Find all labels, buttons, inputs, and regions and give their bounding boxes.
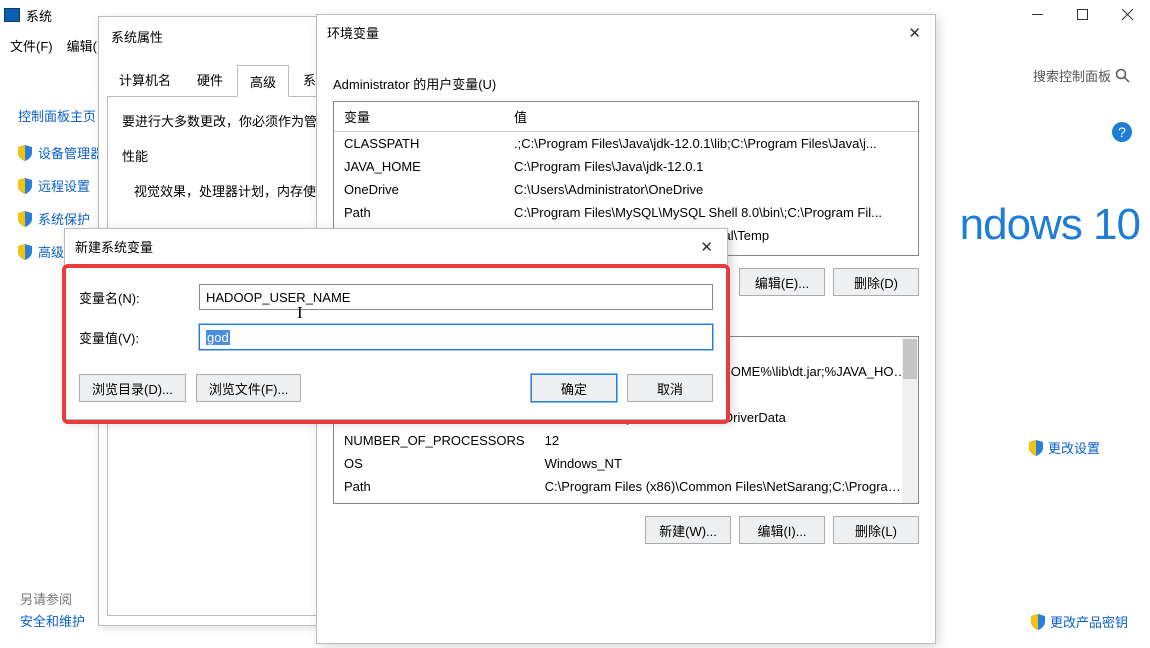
tab-computer-name[interactable]: 计算机名	[107, 64, 183, 96]
col-val[interactable]: 值	[504, 102, 918, 132]
var-name-input[interactable]	[199, 284, 713, 310]
edit-sys-var-button[interactable]: 编辑(I)...	[739, 516, 825, 544]
var-name-cell: Path	[334, 201, 504, 224]
window-controls	[1015, 0, 1150, 28]
text-cursor-icon: I	[297, 303, 303, 323]
maximize-button[interactable]	[1060, 0, 1105, 28]
env-var-title: 环境变量	[327, 23, 379, 42]
var-value-text: god	[206, 330, 230, 345]
scrollbar-thumb[interactable]	[903, 339, 917, 379]
minimize-button[interactable]	[1015, 0, 1060, 28]
table-row[interactable]: JAVA_HOMEC:\Program Files\Java\jdk-12.0.…	[334, 155, 918, 178]
var-name-cell: CLASSPATH	[334, 132, 504, 156]
var-name-cell: OS	[334, 452, 535, 475]
new-sys-var-button[interactable]: 新建(W)...	[645, 516, 731, 544]
var-name-cell: Path	[334, 475, 535, 498]
newvar-title: 新建系统变量	[75, 237, 153, 256]
sidebar-item-label: 系统保护	[38, 209, 90, 228]
table-row[interactable]: OSWindows_NT	[334, 452, 918, 475]
user-vars-label: Administrator 的用户变量(U)	[333, 74, 919, 93]
col-var[interactable]: 变量	[334, 102, 504, 132]
browse-dir-button[interactable]: 浏览目录(D)...	[79, 374, 186, 402]
table-row[interactable]: CLASSPATH.;C:\Program Files\Java\jdk-12.…	[334, 132, 918, 156]
help-icon[interactable]: ?	[1112, 122, 1132, 142]
security-maintenance-link[interactable]: 安全和维护	[20, 611, 85, 630]
delete-sys-var-button[interactable]: 删除(L)	[833, 516, 919, 544]
var-name-cell: OneDrive	[334, 178, 504, 201]
shield-icon	[18, 211, 32, 227]
shield-icon	[18, 178, 32, 194]
windows-10-branding: ndows 10	[960, 200, 1140, 250]
var-value-cell: Windows_NT	[535, 452, 918, 475]
close-icon[interactable]: ✕	[696, 238, 717, 256]
tab-advanced[interactable]: 高级	[237, 65, 289, 97]
var-name-cell: JAVA_HOME	[334, 155, 504, 178]
sidebar-item-label: 远程设置	[38, 176, 90, 195]
var-value-cell: C:\Program Files (x86)\Common Files\NetS…	[535, 475, 918, 498]
see-also-label: 另请参阅	[20, 589, 72, 608]
tab-hardware[interactable]: 硬件	[185, 64, 235, 96]
system-title: 系统	[26, 6, 52, 25]
close-button[interactable]	[1105, 0, 1150, 28]
search-placeholder: 搜索控制面板	[1033, 66, 1111, 85]
sidebar-item-label: 设备管理器	[38, 143, 103, 162]
change-settings-link[interactable]: 更改设置	[1029, 438, 1100, 457]
var-value-label: 变量值(V):	[79, 328, 199, 347]
shield-icon	[18, 145, 32, 161]
var-name-label: 变量名(N):	[79, 288, 199, 307]
var-name-cell: NUMBER_OF_PROCESSORS	[334, 429, 535, 452]
shield-icon	[1031, 614, 1045, 630]
new-system-variable-dialog: 新建系统变量 ✕ 变量名(N): 变量值(V): god 浏览目录(D)... …	[64, 228, 728, 420]
delete-user-var-button[interactable]: 删除(D)	[833, 268, 919, 296]
browse-file-button[interactable]: 浏览文件(F)...	[196, 374, 301, 402]
scrollbar[interactable]	[902, 337, 918, 503]
change-product-key-link[interactable]: 更改产品密钥	[1031, 612, 1128, 631]
table-row[interactable]: OneDriveC:\Users\Administrator\OneDrive	[334, 178, 918, 201]
search-box[interactable]: 搜索控制面板	[1033, 66, 1130, 85]
shield-icon	[1029, 440, 1043, 456]
table-row[interactable]: PathC:\Program Files\MySQL\MySQL Shell 8…	[334, 201, 918, 224]
table-row[interactable]: PathC:\Program Files (x86)\Common Files\…	[334, 475, 918, 498]
var-value-input[interactable]: god	[199, 324, 713, 350]
var-value-cell: C:\Program Files\MySQL\MySQL Shell 8.0\b…	[504, 201, 918, 224]
table-row[interactable]: NUMBER_OF_PROCESSORS12	[334, 429, 918, 452]
search-icon	[1115, 68, 1130, 83]
menu-file[interactable]: 文件(F)	[10, 36, 53, 55]
var-value-cell: .;C:\Program Files\Java\jdk-12.0.1\lib;C…	[504, 132, 918, 156]
var-value-cell: 12	[535, 429, 918, 452]
shield-icon	[18, 244, 32, 260]
cancel-button[interactable]: 取消	[627, 374, 713, 402]
var-value-cell: C:\Program Files\Java\jdk-12.0.1	[504, 155, 918, 178]
close-icon[interactable]: ✕	[904, 24, 925, 42]
system-icon	[4, 8, 20, 22]
edit-user-var-button[interactable]: 编辑(E)...	[739, 268, 825, 296]
ok-button[interactable]: 确定	[531, 374, 617, 402]
var-value-cell: C:\Users\Administrator\OneDrive	[504, 178, 918, 201]
